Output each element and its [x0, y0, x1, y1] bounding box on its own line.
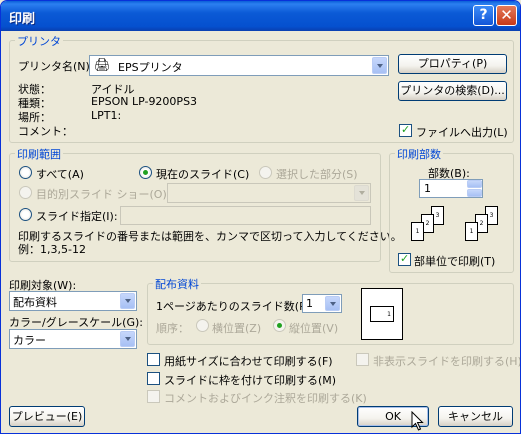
question-icon: ? [479, 7, 488, 23]
printer-group-label: プリンタ [15, 33, 63, 49]
slides-per-page-select[interactable]: 1 [302, 294, 342, 313]
mouse-pointer-icon [411, 411, 424, 431]
range-slides-label[interactable]: スライド指定(I): [36, 208, 118, 224]
collate-checkbox[interactable] [398, 252, 411, 266]
color-label: カラー/グレースケール(G): [9, 316, 143, 329]
range-slides-radio[interactable] [19, 208, 32, 221]
range-custom-show-label[interactable]: 目的別スライド ショー(O): [36, 186, 170, 202]
find-printer-button[interactable]: プリンタの検索(D)... [398, 81, 507, 101]
print-what-select[interactable]: 配布資料 [9, 291, 137, 311]
range-current-label[interactable]: 現在のスライド(C) [156, 166, 249, 182]
range-selection-label[interactable]: 選択した部分(S) [276, 166, 358, 182]
print-comments-label[interactable]: コメントおよびインク注釈を印刷する(K) [164, 390, 367, 406]
preview-button[interactable]: プレビュー(E) [9, 406, 85, 427]
spin-down-icon[interactable] [467, 189, 482, 197]
printer-name-label: プリンタ名(N): [18, 60, 94, 73]
print-hidden-checkbox[interactable] [356, 353, 369, 366]
printer-select-value: EPSプリンタ [118, 61, 183, 74]
color-value: カラー [13, 334, 46, 347]
custom-show-select[interactable] [167, 183, 371, 203]
chevron-down-icon[interactable] [372, 57, 387, 74]
handout-preview-slide: 1 [370, 306, 394, 322]
frame-slides-label[interactable]: スライドに枠を付けて印刷する(M) [164, 372, 336, 388]
color-select[interactable]: カラー [9, 329, 137, 349]
copies-label: 印刷部数 [395, 146, 443, 162]
print-to-file-checkbox[interactable] [399, 123, 412, 137]
range-all-radio[interactable] [19, 166, 32, 179]
slides-per-page-value: 1 [306, 297, 313, 310]
range-current-radio[interactable] [139, 166, 152, 179]
order-vertical-radio[interactable] [273, 319, 286, 332]
handout-preview: 1 [361, 288, 403, 340]
handouts-label: 配布資料 [153, 276, 201, 292]
order-horizontal-radio[interactable] [196, 319, 209, 332]
print-hidden-label[interactable]: 非表示スライドを印刷する(H) [373, 353, 520, 369]
collate-label[interactable]: 部単位で印刷(T) [414, 253, 495, 269]
close-button[interactable]: ✕ [496, 5, 517, 26]
spin-up-icon[interactable] [467, 180, 482, 188]
frame-slides-checkbox[interactable] [147, 372, 160, 385]
slides-input[interactable] [120, 206, 371, 225]
title-bar[interactable]: 印刷 ? ✕ [1, 1, 520, 31]
collate-page: 1 [411, 222, 424, 241]
range-all-label[interactable]: すべて(A) [36, 166, 84, 182]
properties-button[interactable]: プロパティ(P) [398, 54, 507, 74]
range-example: 例：1,3,5-12 [18, 243, 86, 256]
location-value: LPT1: [91, 109, 122, 122]
scale-to-fit-checkbox[interactable] [147, 353, 160, 366]
range-selection-radio[interactable] [259, 166, 272, 179]
print-range-label: 印刷範囲 [15, 146, 63, 162]
chevron-down-icon[interactable] [120, 331, 135, 347]
chevron-down-icon[interactable] [354, 185, 369, 201]
type-value: EPSON LP-9200PS3 [91, 95, 198, 108]
close-icon: ✕ [500, 6, 513, 24]
print-what-value: 配布資料 [13, 296, 57, 309]
chevron-down-icon[interactable] [120, 293, 135, 309]
order-vertical-label[interactable]: 縦位置(V) [289, 320, 338, 336]
comment-label: コメント： [18, 125, 73, 138]
scale-to-fit-label[interactable]: 用紙サイズに合わせて印刷する(F) [164, 353, 333, 369]
help-button[interactable]: ? [473, 5, 494, 26]
window-title: 印刷 [9, 12, 36, 27]
range-custom-show-radio[interactable] [19, 186, 32, 199]
copies-value: 1 [424, 182, 431, 195]
print-dialog: 印刷 ? ✕ プリンタ プリンタ名(N): 🖨 EPSプリンタ プロパティ(P)… [0, 0, 521, 434]
printer-select[interactable]: 🖨 EPSプリンタ [89, 55, 389, 76]
chevron-down-icon[interactable] [325, 296, 340, 311]
collate-page: 1 [465, 222, 478, 241]
slides-per-page-label: 1ページあたりのスライド数(R): [156, 300, 315, 313]
copies-input[interactable]: 1 [419, 179, 483, 198]
print-comments-checkbox[interactable] [147, 390, 160, 403]
order-horizontal-label[interactable]: 横位置(Z) [212, 320, 261, 336]
cancel-button[interactable]: キャンセル [438, 406, 513, 427]
print-to-file-label[interactable]: ファイルへ出力(L) [416, 124, 508, 140]
printer-icon: 🖨 [94, 58, 111, 73]
order-label: 順序： [156, 322, 189, 335]
